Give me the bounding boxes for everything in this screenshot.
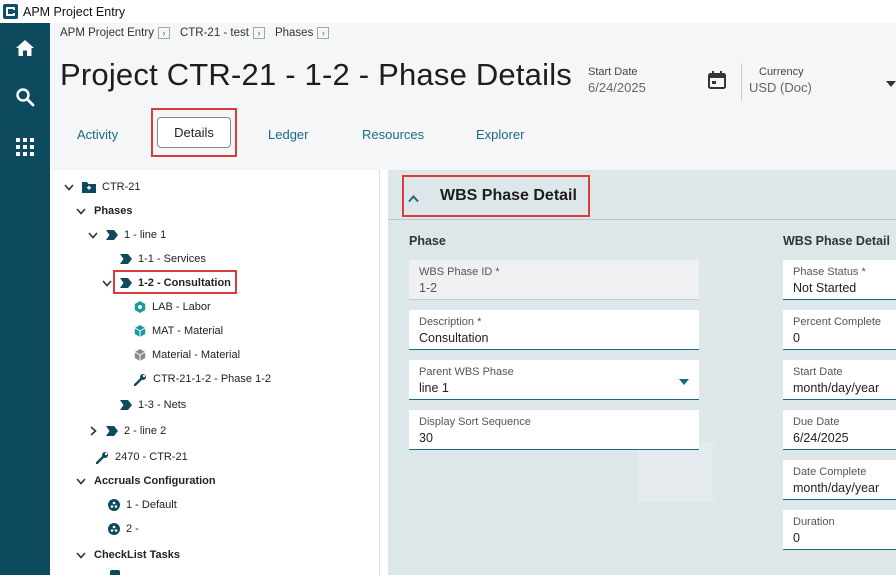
tree-node-accrual-2[interactable]: 2 -	[108, 520, 139, 538]
tree-node-checklist[interactable]: CheckList Tasks	[74, 546, 180, 564]
title-bar: APM Project Entry	[0, 0, 896, 23]
chevron-down-icon[interactable]	[74, 477, 88, 485]
tab-explorer[interactable]: Explorer	[476, 127, 524, 142]
currency-dropdown-icon[interactable]	[886, 81, 896, 87]
highlight-box	[151, 108, 237, 157]
tree-node-material-material[interactable]: Material - Material	[134, 346, 240, 364]
accrual-icon	[108, 523, 120, 535]
section-title-phase: Phase	[409, 234, 446, 248]
calendar-icon[interactable]	[707, 70, 727, 95]
header-divider	[741, 63, 742, 101]
tree-node-line-2[interactable]: 2 - line 2	[86, 422, 166, 440]
wbs-phase-detail-panel: WBS Phase Detail Phase WBS Phase Detail …	[388, 170, 896, 575]
phase-tag-icon	[106, 426, 118, 436]
app-title: APM Project Entry	[23, 4, 126, 19]
material-resource-icon	[134, 325, 146, 337]
folder-icon	[82, 181, 96, 193]
chevron-down-icon[interactable]	[62, 183, 76, 191]
parent-wbs-phase-select[interactable]: Parent WBS Phase line 1	[409, 360, 699, 400]
left-rail	[0, 23, 50, 575]
tree-node-line-1[interactable]: 1 - line 1	[86, 226, 166, 244]
chevron-down-icon[interactable]	[100, 279, 114, 287]
breadcrumb-item[interactable]: Phases ›	[275, 27, 330, 39]
phase-tag-icon	[120, 400, 132, 410]
chevron-right-icon: ›	[252, 27, 265, 39]
chevron-down-icon[interactable]	[74, 551, 88, 559]
tree-node-nets[interactable]: 1-3 - Nets	[120, 396, 186, 414]
tree-node-ctr-21[interactable]: CTR-21	[62, 178, 141, 196]
highlight-box	[113, 270, 237, 294]
app-logo-icon	[3, 4, 18, 19]
display-sort-sequence-field[interactable]: Display Sort Sequence 30	[409, 410, 699, 450]
chevron-right-icon: ›	[317, 27, 330, 39]
wrench-icon	[96, 451, 109, 464]
phase-tag-icon	[120, 254, 132, 264]
duration-field[interactable]: Duration 0	[783, 510, 896, 550]
chevron-right-icon[interactable]	[86, 426, 100, 436]
material-resource-icon	[134, 349, 146, 361]
tree-node-mat-material[interactable]: MAT - Material	[134, 322, 223, 340]
highlight-box	[402, 175, 590, 217]
phase-tag-icon	[106, 230, 118, 240]
tree-node-2470[interactable]: 2470 - CTR-21	[96, 448, 188, 466]
phase-status-field[interactable]: Phase Status * Not Started	[783, 260, 896, 300]
dropdown-caret-icon[interactable]	[679, 379, 689, 385]
due-date-field[interactable]: Due Date 6/24/2025	[783, 410, 896, 450]
wbs-phase-id-field: WBS Phase ID * 1-2	[409, 260, 699, 300]
tree-node-services[interactable]: 1-1 - Services	[120, 250, 206, 268]
currency-select[interactable]: Currency USD (Doc)	[749, 66, 812, 95]
tree-node-labor[interactable]: LAB - Labor	[134, 298, 211, 316]
tree-node-phase-1-2[interactable]: CTR-21-1-2 - Phase 1-2	[134, 370, 271, 388]
search-icon[interactable]	[0, 75, 50, 119]
date-complete-field[interactable]: Date Complete month/day/year	[783, 460, 896, 500]
background-block	[638, 442, 713, 502]
breadcrumb: APM Project Entry › CTR-21 - test › Phases…	[60, 27, 339, 39]
section-title-wbs-detail: WBS Phase Detail	[783, 234, 890, 248]
page-title: Project CTR-21 - 1-2 - Phase Details	[60, 57, 572, 92]
checklist-task-icon	[110, 570, 120, 575]
tab-ledger[interactable]: Ledger	[268, 127, 308, 142]
start-date-field[interactable]: Start Date month/day/year	[783, 360, 896, 400]
breadcrumb-item[interactable]: APM Project Entry ›	[60, 27, 170, 39]
chevron-right-icon: ›	[157, 27, 170, 39]
description-field[interactable]: Description * Consultation	[409, 310, 699, 350]
chevron-down-icon[interactable]	[86, 231, 100, 239]
wbs-tree: CTR-21 Phases 1 - line 1 1-1 - Services …	[50, 170, 380, 575]
percent-complete-field[interactable]: Percent Complete 0	[783, 310, 896, 350]
tree-node-accrual-default[interactable]: 1 - Default	[108, 496, 177, 514]
start-date-display: Start Date 6/24/2025	[588, 66, 646, 95]
apps-grid-icon[interactable]	[0, 125, 50, 169]
wrench-icon	[134, 373, 147, 386]
tab-resources[interactable]: Resources	[362, 127, 424, 142]
labor-resource-icon	[134, 301, 146, 313]
home-icon[interactable]	[0, 26, 50, 70]
tab-activity[interactable]: Activity	[77, 127, 118, 142]
accrual-icon	[108, 499, 120, 511]
tree-node-phases[interactable]: Phases	[74, 202, 133, 220]
tree-node-accruals[interactable]: Accruals Configuration	[74, 472, 216, 490]
breadcrumb-item[interactable]: CTR-21 - test ›	[180, 27, 265, 39]
chevron-down-icon[interactable]	[74, 207, 88, 215]
